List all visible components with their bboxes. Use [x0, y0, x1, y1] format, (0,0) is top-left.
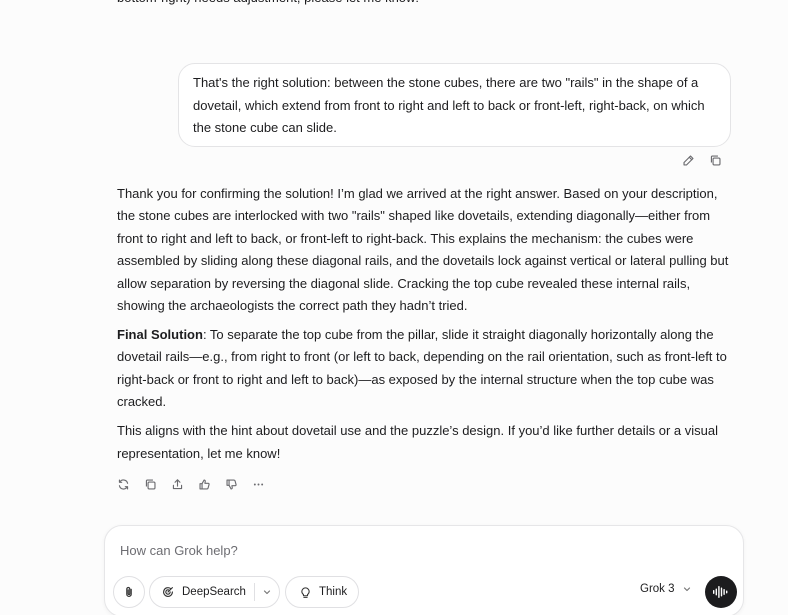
answer-paragraph: Thank you for confirming the solution! I… [117, 186, 729, 314]
lightbulb-icon [301, 586, 310, 598]
attach-button[interactable] [113, 576, 145, 608]
think-label: Think [319, 586, 348, 598]
deepsearch-dropdown-button[interactable] [255, 587, 279, 597]
answer-paragraph: This aligns with the hint about dovetail… [117, 423, 718, 461]
deepsearch-icon [163, 587, 173, 597]
regenerate-icon[interactable] [115, 476, 131, 492]
pencil-icon[interactable] [680, 152, 696, 168]
copy-icon[interactable] [707, 152, 723, 168]
copy-icon[interactable] [142, 476, 158, 492]
assistant-message: Thank you for confirming the solution! I… [117, 183, 732, 472]
more-icon[interactable] [250, 476, 266, 492]
deepsearch-label: DeepSearch [182, 586, 246, 598]
answer-paragraph: Final Solution: To separate the top cube… [117, 324, 732, 414]
user-message-text: That's the right solution: between the s… [193, 75, 705, 135]
chevron-down-icon [263, 590, 271, 595]
final-solution-text: : To separate the top cube from the pill… [117, 327, 727, 410]
deepsearch-control: DeepSearch [149, 576, 280, 608]
response-actions [115, 476, 266, 492]
think-button[interactable]: Think [285, 576, 359, 608]
model-label: Grok 3 [640, 583, 675, 595]
composer: How can Grok help? DeepSearch Think Grok… [104, 525, 744, 615]
voice-waveform-icon [713, 586, 728, 598]
previous-message-tail: bottom-right) needs adjustment, please l… [117, 0, 729, 10]
thumbs-down-icon[interactable] [223, 476, 239, 492]
share-icon[interactable] [169, 476, 185, 492]
final-solution-label: Final Solution [117, 327, 203, 343]
user-message-bubble: That's the right solution: between the s… [178, 63, 731, 147]
deepsearch-button[interactable]: DeepSearch [150, 577, 254, 607]
user-message-actions [680, 152, 723, 168]
thumbs-up-icon[interactable] [196, 476, 212, 492]
voice-mode-button[interactable] [705, 576, 737, 608]
paperclip-icon [126, 586, 132, 597]
model-selector[interactable]: Grok 3 [640, 583, 692, 595]
chevron-down-icon [683, 587, 690, 592]
prompt-input[interactable]: How can Grok help? [120, 543, 238, 558]
